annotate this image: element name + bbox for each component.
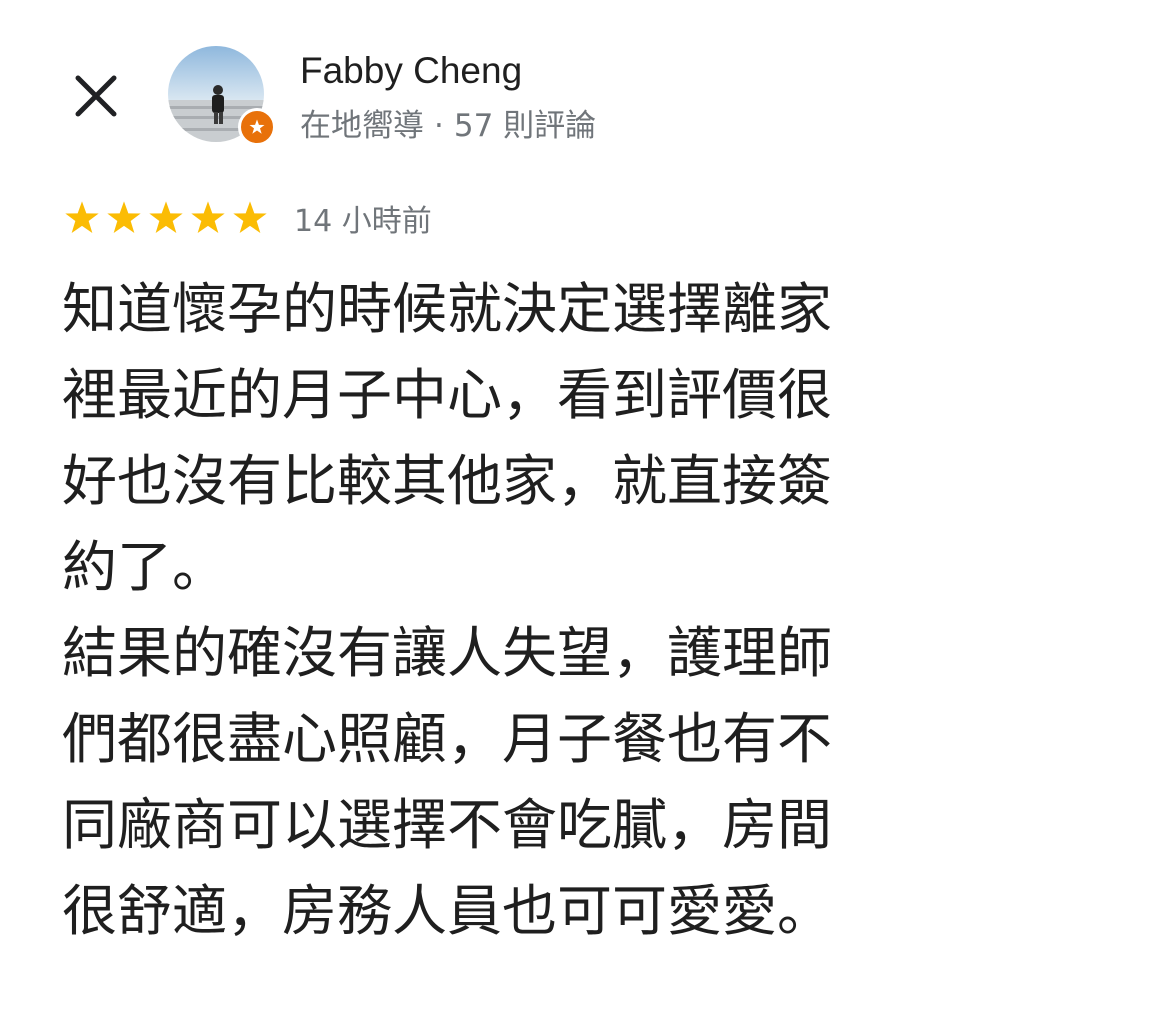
rating-row: 14 小時前 [62,196,432,240]
review-line: 結果的確沒有讓人失望，護理師 [62,621,833,685]
star-icon [233,201,267,233]
review-count: 57 則評論 [453,108,597,144]
review-line: 約了。 [62,535,228,599]
close-button[interactable] [66,66,126,126]
reviewer-role: 在地嚮導 [300,108,424,144]
review-line: 知道懷孕的時候就決定選擇離家 [62,277,833,341]
star-icon [191,201,225,233]
star-rating [62,198,272,238]
reviewer-meta: 在地嚮導 · 57 則評論 [300,100,596,145]
review-text: 知道懷孕的時候就決定選擇離家 裡最近的月子中心，看到評價很 好也沒有比較其他家，… [62,266,1082,954]
review-line: 們都很盡心照顧，月子餐也有不 [62,707,833,771]
reviewer-name[interactable]: Fabby Cheng [300,50,522,92]
review-line: 同廠商可以選擇不會吃膩，房間 [62,793,833,857]
star-icon [65,201,99,233]
review-time: 14 小時前 [294,204,432,239]
close-icon [75,75,117,117]
review-line: 好也沒有比較其他家，就直接簽 [62,449,833,513]
meta-separator: · [434,108,444,144]
star-icon [149,201,183,233]
star-icon [107,201,141,233]
local-guide-star-icon [249,119,265,134]
review-line: 裡最近的月子中心，看到評價很 [62,363,833,427]
local-guide-badge [238,108,276,146]
review-line: 很舒適，房務人員也可可愛愛。 [62,879,833,943]
